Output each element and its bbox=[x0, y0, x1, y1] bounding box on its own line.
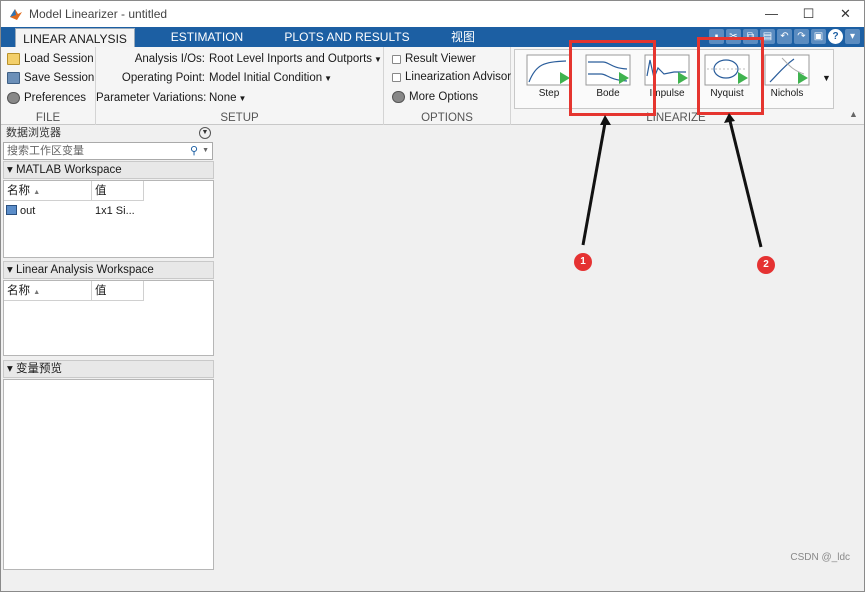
data-browser: 数据浏览器 ▼ 搜索工作区变量 ⚲ ▼ ▾ MATLAB Workspace 名… bbox=[2, 125, 215, 570]
qa-window-icon[interactable]: ▣ bbox=[811, 29, 826, 44]
file-section: Load Session Save Session Preferences FI… bbox=[1, 47, 96, 125]
model-linearizer-window: Model Linearizer - untitled — ☐ ✕ LINEAR… bbox=[0, 0, 865, 592]
search-icon[interactable]: ⚲ bbox=[190, 143, 198, 159]
table-row[interactable]: out bbox=[6, 203, 35, 219]
collapse-ribbon-icon[interactable]: ▲ bbox=[849, 109, 858, 119]
help-icon[interactable]: ? bbox=[828, 29, 843, 44]
result-viewer-checkbox[interactable]: Result Viewer bbox=[392, 53, 476, 65]
tab-view[interactable]: 视图 bbox=[443, 27, 483, 47]
search-dropdown-icon[interactable]: ▼ bbox=[202, 143, 209, 159]
variable-icon bbox=[6, 205, 17, 215]
name-column-header[interactable]: 名称 ▲ bbox=[4, 181, 92, 201]
nyquist-highlight-box bbox=[697, 37, 764, 115]
watermark: CSDN @_ldc bbox=[790, 552, 850, 563]
tab-estimation[interactable]: ESTIMATION bbox=[161, 27, 253, 47]
setup-section-label: SETUP bbox=[220, 112, 259, 124]
matlab-logo-icon bbox=[10, 9, 22, 20]
folder-icon bbox=[7, 53, 20, 65]
linearize-section-label: LINEARIZE bbox=[646, 112, 706, 124]
annotation-marker-2: 2 bbox=[757, 256, 775, 274]
linear-analysis-workspace-header[interactable]: ▾ Linear Analysis Workspace bbox=[3, 261, 214, 279]
operating-point-dropdown[interactable]: Model Initial Condition ▼ bbox=[209, 72, 332, 84]
disk-icon bbox=[7, 72, 20, 84]
gallery-expand-icon[interactable]: ▼ bbox=[822, 73, 831, 83]
load-session-button[interactable]: Load Session bbox=[7, 53, 94, 65]
save-session-button[interactable]: Save Session bbox=[7, 72, 94, 84]
tab-linear-analysis[interactable]: LINEAR ANALYSIS bbox=[15, 28, 135, 48]
value-column-header[interactable]: 值 bbox=[92, 181, 144, 201]
variable-preview-panel bbox=[3, 379, 214, 570]
preferences-button[interactable]: Preferences bbox=[7, 92, 86, 104]
analysis-ios-label: Analysis I/Os: bbox=[134, 53, 205, 65]
window-title: Model Linearizer - untitled bbox=[29, 7, 168, 21]
matlab-workspace-table: 名称 ▲ 值 out 1x1 Si... bbox=[3, 180, 214, 258]
step-plot-icon bbox=[526, 54, 572, 86]
operating-point-label: Operating Point: bbox=[121, 72, 205, 84]
analysis-ios-dropdown[interactable]: Root Level Inports and Outports ▼ bbox=[209, 53, 382, 65]
options-section: Result Viewer Linearization Advisor More… bbox=[384, 47, 511, 125]
title-bar: Model Linearizer - untitled — ☐ ✕ bbox=[1, 1, 864, 27]
close-button[interactable]: ✕ bbox=[827, 1, 864, 27]
workspace-search-input[interactable]: 搜索工作区变量 ⚲ ▼ bbox=[3, 142, 213, 160]
parameter-variations-label: Parameter Variations: bbox=[96, 92, 207, 104]
gear-icon bbox=[7, 92, 20, 104]
bode-highlight-box bbox=[569, 40, 656, 116]
nichols-plot-icon bbox=[764, 54, 810, 86]
window-controls: — ☐ ✕ bbox=[753, 1, 864, 27]
maximize-button[interactable]: ☐ bbox=[790, 1, 827, 27]
plot-gallery: Step Bode Impulse Nyquist Nichols bbox=[514, 49, 834, 109]
nichols-plot-button[interactable]: Nichols bbox=[759, 52, 815, 106]
table-cell-value: 1x1 Si... bbox=[95, 205, 135, 217]
more-options-button[interactable]: More Options bbox=[392, 91, 478, 103]
tab-plots-and-results[interactable]: PLOTS AND RESULTS bbox=[283, 27, 411, 47]
checkbox-icon bbox=[392, 72, 401, 82]
setup-section: Analysis I/Os: Root Level Inports and Ou… bbox=[96, 47, 384, 125]
qa-redo-icon[interactable]: ↷ bbox=[794, 29, 809, 44]
file-section-label: FILE bbox=[35, 112, 61, 124]
value-column-header[interactable]: 值 bbox=[92, 281, 144, 301]
options-section-label: OPTIONS bbox=[421, 112, 473, 124]
checkbox-icon bbox=[392, 54, 401, 64]
qa-expand-icon[interactable]: ▾ bbox=[845, 29, 860, 44]
chevron-down-icon: ▼ bbox=[324, 74, 333, 83]
chevron-down-icon: ▼ bbox=[374, 55, 382, 64]
gear-icon bbox=[392, 91, 405, 103]
matlab-workspace-header[interactable]: ▾ MATLAB Workspace bbox=[3, 161, 214, 179]
minimize-button[interactable]: — bbox=[753, 1, 790, 27]
qa-undo-icon[interactable]: ↶ bbox=[777, 29, 792, 44]
data-browser-header: 数据浏览器 ▼ bbox=[2, 125, 215, 142]
linearization-advisor-checkbox[interactable]: Linearization Advisor bbox=[392, 71, 511, 83]
annotation-marker-1: 1 bbox=[574, 253, 592, 271]
browser-menu-icon[interactable]: ▼ bbox=[199, 127, 211, 139]
chevron-down-icon: ▼ bbox=[238, 94, 247, 103]
variable-preview-header[interactable]: ▾ 变量预览 bbox=[3, 360, 214, 378]
parameter-variations-dropdown[interactable]: None ▼ bbox=[209, 92, 246, 104]
name-column-header[interactable]: 名称 ▲ bbox=[4, 281, 92, 301]
linear-analysis-workspace-table: 名称 ▲ 值 bbox=[3, 280, 214, 356]
plot-document-area[interactable]: CSDN @_ldc bbox=[217, 125, 864, 571]
